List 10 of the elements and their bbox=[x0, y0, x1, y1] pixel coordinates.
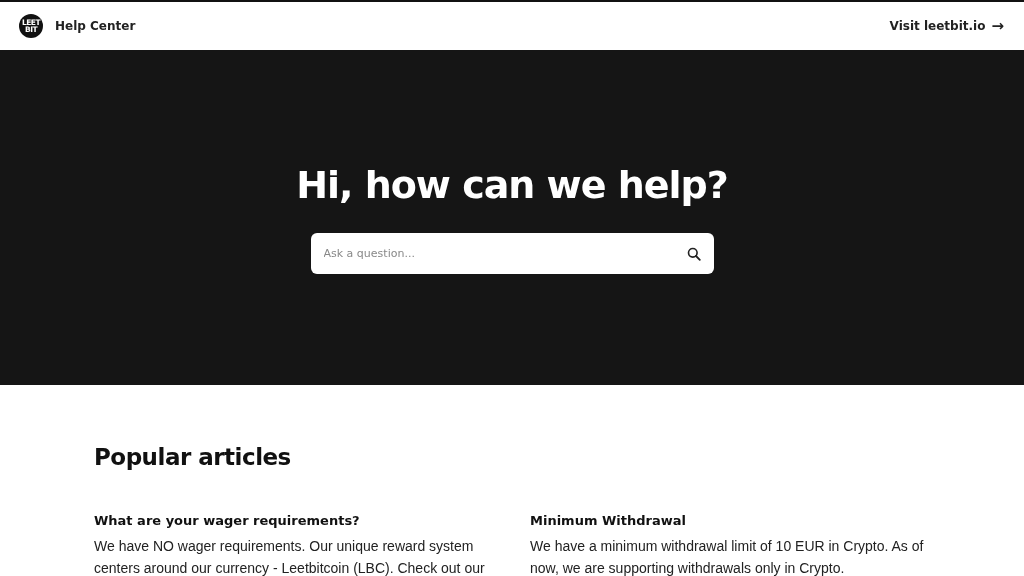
article-excerpt: We have NO wager requirements. Our unique reward system centers around our currency - Leetbitcoin (LBC). Check out our bbox=[94, 537, 486, 576]
article-excerpt: We have a minimum withdrawal limit of 10 EUR in Crypto. As of now, we are supporting withdrawals only in Crypto. bbox=[530, 537, 925, 576]
section-heading: Popular articles bbox=[94, 443, 292, 472]
article-title[interactable]: Minimum Withdrawal bbox=[530, 512, 935, 530]
visit-site-link[interactable]: Visit leetbit.io → bbox=[889, 17, 1004, 35]
search-icon[interactable] bbox=[686, 247, 701, 261]
article-title[interactable]: What are your wager requirements? bbox=[94, 512, 499, 530]
site-title: Help Center bbox=[55, 19, 136, 33]
hero-heading: Hi, how can we help? bbox=[296, 162, 728, 208]
search-field[interactable]: Ask a question... bbox=[310, 233, 714, 274]
